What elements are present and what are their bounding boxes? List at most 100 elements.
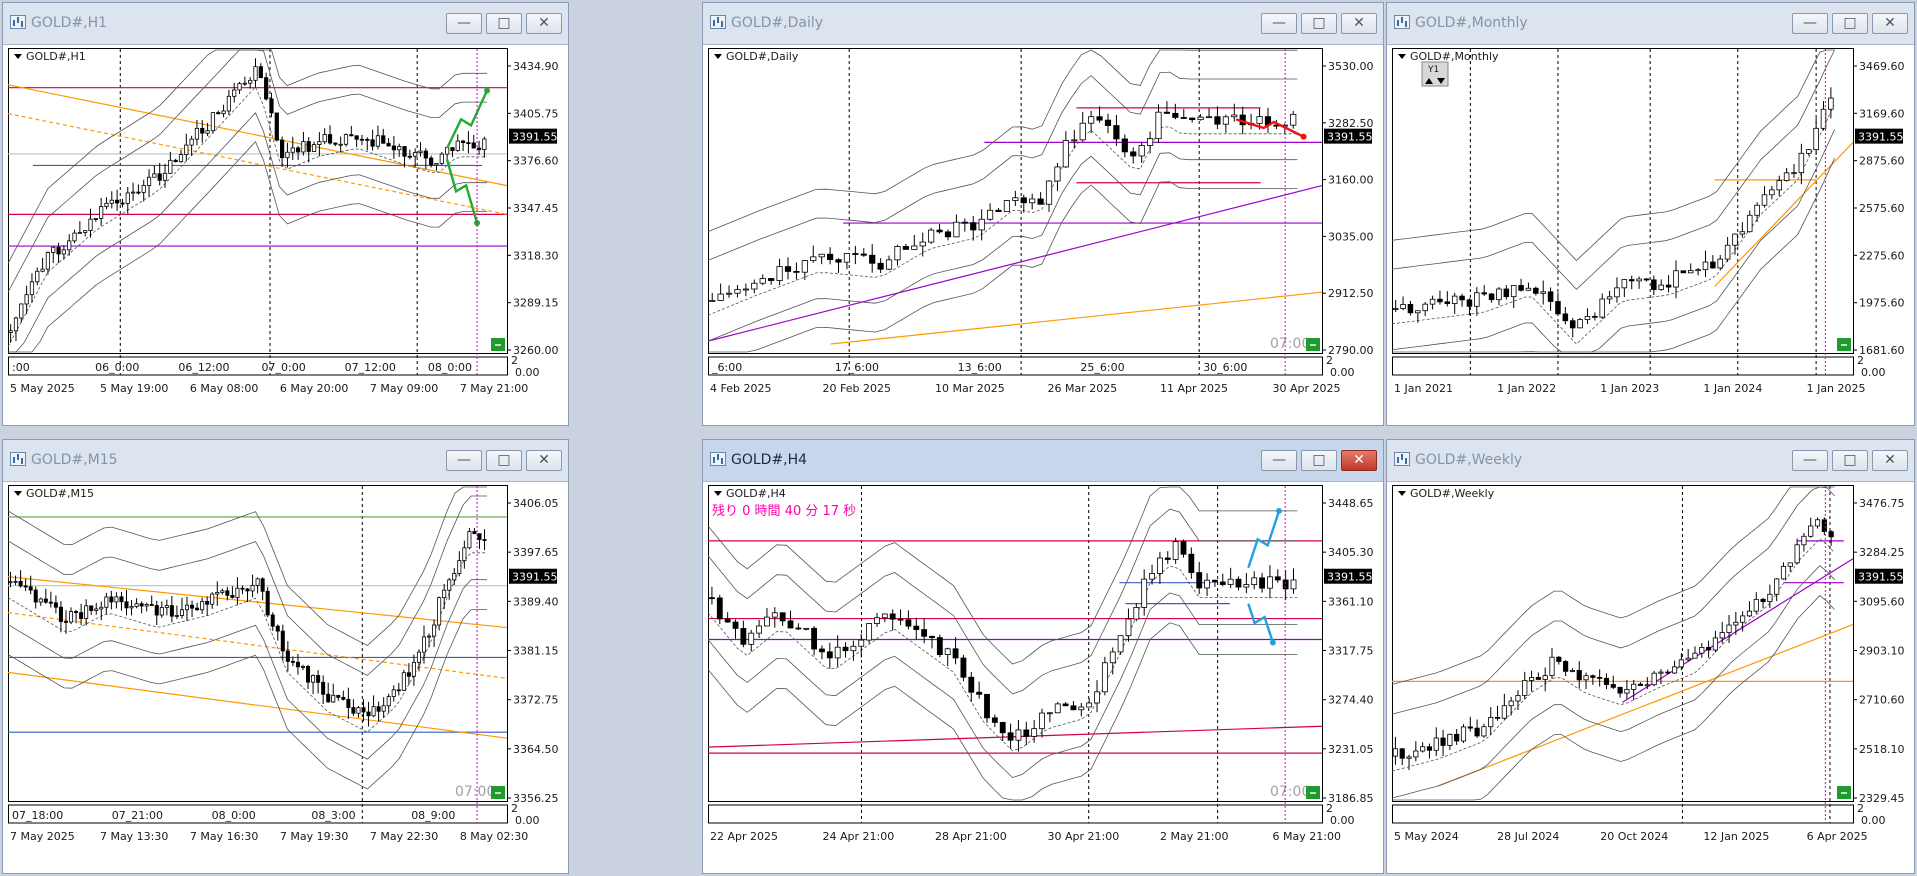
candle-body [8,581,13,584]
candle-body [125,192,130,204]
chart-window-h1[interactable]: GOLD#,H1 — □ ✕ 3434.90 3405.75 3376.60 3347… [2,2,569,426]
symbol-label: GOLD#,M15 [26,487,94,500]
title-bar[interactable]: GOLD#,H4 — □ ✕ [703,440,1383,482]
candle-body [434,163,439,166]
session-label: 08_3:00 [311,809,355,822]
maximize-button[interactable]: □ [486,450,522,471]
chart-area[interactable]: 3469.60 3169.60 2875.60 2575.60 2275.60 1975.… [1392,48,1911,422]
chart-area[interactable]: 3406.05 3397.65 3389.40 3381.15 3372.75 3364.… [8,485,565,870]
candle-body [991,717,998,723]
price-scale-label: 1681.60 [1859,344,1905,357]
candle-body [45,252,51,270]
symbol-label: GOLD#,H4 [726,487,786,500]
candle-body [316,675,321,683]
close-button[interactable]: ✕ [1872,13,1908,34]
minimize-button[interactable]: — [1261,450,1297,471]
minimize-button[interactable]: — [446,450,482,471]
price-scale-label: 3405.30 [1328,546,1374,559]
chart-window-monthly[interactable]: GOLD#,Monthly — □ ✕ 3469.60 3169.60 2875.6… [1386,2,1915,426]
price-scale-label: 3434.90 [513,60,559,73]
close-button[interactable]: ✕ [526,450,562,471]
candle-body [1644,684,1650,687]
candle-body [764,616,770,627]
candle-body [1726,624,1732,633]
candle-body [447,579,452,591]
candle-body [1754,204,1760,216]
minimize-button[interactable]: — [446,13,482,34]
title-bar[interactable]: GOLD#,Daily — □ ✕ [703,3,1383,45]
maximize-button[interactable]: □ [1301,13,1337,34]
candle-body [432,624,437,637]
chart-window-m15[interactable]: GOLD#,M15 — □ ✕ 3406.05 3397.65 3389.40 338… [2,439,569,874]
candle-body [322,134,327,143]
candle-body [1780,565,1787,580]
title-bar[interactable]: GOLD#,Monthly — □ ✕ [1387,3,1914,45]
candle-body [275,625,280,632]
title-bar[interactable]: GOLD#,M15 — □ ✕ [3,440,568,482]
minimize-button[interactable]: — [1792,450,1828,471]
candle-body [1117,635,1124,653]
forecast-arrowhead-0 [1276,507,1283,514]
close-button[interactable]: ✕ [526,13,562,34]
chart-area[interactable]: 3476.75 3284.25 3095.60 2903.10 2710.60 2518.… [1392,485,1911,870]
minimize-button[interactable]: — [1261,13,1297,34]
candle-body [1481,726,1487,737]
price-scale-label: 3397.65 [513,546,559,559]
candle-body [751,282,758,290]
candle-body [978,218,985,231]
current-price-label: 3391.55 [1858,571,1904,584]
candle-body [67,240,72,251]
symbol-label: GOLD#,H1 [26,50,86,63]
title-bar[interactable]: GOLD#,Weekly — □ ✕ [1387,440,1914,482]
candle-body [834,646,841,659]
candle-body [104,202,109,207]
time-axis-label: 1 Jan 2024 [1703,382,1762,395]
chart-window-h4[interactable]: GOLD#,H4 — □ ✕ 3448.65 3405.30 3361.10 3317… [702,439,1384,874]
candle-body [1776,180,1783,191]
close-button[interactable]: ✕ [1872,450,1908,471]
candle-body [184,144,189,156]
candle-body [331,694,336,703]
price-scale-label: 3274.40 [1328,694,1374,707]
candle-body [129,606,134,609]
maximize-button[interactable]: □ [1832,450,1868,471]
minimize-button[interactable]: — [1792,13,1828,34]
candle-body [1614,287,1620,298]
close-button[interactable]: ✕ [1341,450,1377,471]
candle-body [109,596,114,603]
chart-window-daily[interactable]: GOLD#,Daily — □ ✕ 3530.00 3282.50 3160.00 3… [702,2,1384,426]
chart-window-weekly[interactable]: GOLD#,Weekly — □ ✕ 3476.75 3284.25 3095.60… [1386,439,1915,874]
candle-body [1733,621,1739,626]
time-axis-label: 20 Feb 2025 [823,382,891,395]
price-scale-label: 2575.60 [1859,202,1905,215]
subwindow-scale-min: 0.00 [1330,366,1355,379]
candle-body [919,241,926,247]
candle-body [290,147,295,153]
candle-body [48,601,53,604]
candle-body [457,560,462,574]
chart-area[interactable]: 3530.00 3282.50 3160.00 3035.00 2912.50 2790.… [708,48,1380,422]
price-scale-label: 3476.75 [1859,497,1905,510]
candle-body [94,608,99,611]
close-button[interactable]: ✕ [1341,13,1377,34]
candle-body [759,278,766,284]
maximize-button[interactable]: □ [1301,450,1337,471]
candle-body [306,666,311,683]
maximize-button[interactable]: □ [1832,13,1868,34]
candle-body [1454,733,1460,742]
candle-body [1256,116,1263,124]
period-selector-label: Y1 [1427,65,1439,75]
maximize-button[interactable]: □ [486,13,522,34]
candle-body [1023,729,1030,737]
candle-body [1621,279,1628,289]
title-bar[interactable]: GOLD#,H1 — □ ✕ [3,3,568,45]
chart-area[interactable]: 3434.90 3405.75 3376.60 3347.45 3318.30 3289.… [8,48,565,422]
candle-body [1079,122,1086,141]
candle-body [811,627,818,650]
candle-body [1429,298,1436,305]
candle-body [359,138,365,141]
chart-window-icon [10,452,26,466]
chart-area[interactable]: 3448.65 3405.30 3361.10 3317.75 3274.40 3231.… [708,485,1380,870]
candle-body [226,95,231,112]
candle-body [346,698,351,708]
